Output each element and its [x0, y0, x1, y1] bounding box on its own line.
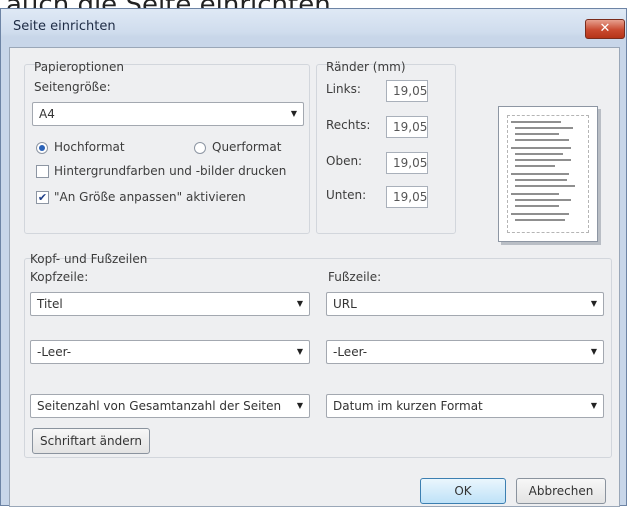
landscape-radio[interactable]	[194, 142, 206, 154]
preview-line	[515, 205, 559, 207]
change-font-button[interactable]: Schriftart ändern	[32, 428, 150, 454]
footer-select-3[interactable]: Datum im kurzen Format ▼	[326, 394, 604, 418]
preview-line	[511, 193, 559, 195]
page-setup-dialog: Seite einrichten ✕ Papieroptionen Seiten…	[0, 8, 627, 507]
print-backgrounds-checkbox[interactable]	[36, 165, 49, 178]
chevron-down-icon: ▼	[590, 401, 597, 410]
footer-select-2-value: -Leer-	[333, 345, 368, 359]
preview-line	[511, 213, 569, 215]
preview-line	[511, 121, 561, 123]
margin-left-label: Links:	[326, 82, 361, 96]
footer-label: Fußzeile:	[328, 270, 382, 284]
portrait-label: Hochformat	[54, 140, 125, 154]
page-size-select[interactable]: A4 ▼	[32, 102, 304, 126]
chevron-down-icon: ▼	[590, 347, 597, 356]
preview-line	[515, 165, 555, 167]
header-select-3-value: Seitenzahl von Gesamtanzahl der Seiten	[37, 399, 282, 413]
margin-right-label: Rechts:	[326, 118, 371, 132]
header-select-3[interactable]: Seitenzahl von Gesamtanzahl der Seiten ▼	[30, 394, 310, 418]
preview-line	[515, 127, 573, 129]
footer-select-1[interactable]: URL ▼	[326, 292, 604, 316]
preview-line	[515, 153, 563, 155]
header-footer-group-label: Kopf- und Fußzeilen	[30, 252, 148, 266]
chevron-down-icon: ▼	[290, 109, 297, 118]
dialog-client-area: Papieroptionen Seitengröße: A4 ▼ Hochfor…	[9, 47, 620, 507]
checkmark-icon: ✔	[37, 191, 48, 204]
header-label: Kopfzeile:	[30, 270, 89, 284]
preview-line	[515, 179, 567, 181]
cancel-button[interactable]: Abbrechen	[516, 478, 606, 504]
preview-line	[515, 199, 571, 201]
preview-line	[511, 173, 569, 175]
header-select-1[interactable]: Titel ▼	[30, 292, 310, 316]
margin-bottom-input[interactable]: 19,05	[386, 186, 428, 208]
margin-top-input[interactable]: 19,05	[386, 152, 428, 174]
fit-to-size-checkbox[interactable]: ✔	[36, 191, 49, 204]
preview-line	[515, 185, 575, 187]
footer-select-1-value: URL	[333, 297, 357, 311]
footer-select-2[interactable]: -Leer- ▼	[326, 340, 604, 364]
page-size-value: A4	[39, 107, 55, 121]
close-icon: ✕	[599, 21, 611, 36]
landscape-label: Querformat	[212, 140, 282, 154]
margin-bottom-label: Unten:	[326, 188, 367, 202]
ok-button[interactable]: OK	[420, 478, 506, 504]
print-backgrounds-label: Hintergrundfarben und -bilder drucken	[54, 164, 287, 178]
chevron-down-icon: ▼	[296, 401, 303, 410]
margin-top-label: Oben:	[326, 154, 363, 168]
preview-line	[515, 159, 571, 161]
preview-line	[515, 219, 565, 221]
header-select-2-value: -Leer-	[37, 345, 72, 359]
dialog-title: Seite einrichten	[13, 19, 116, 34]
chevron-down-icon: ▼	[590, 299, 597, 308]
header-select-2[interactable]: -Leer- ▼	[30, 340, 310, 364]
chevron-down-icon: ▼	[296, 347, 303, 356]
fit-to-size-label: "An Größe anpassen" aktivieren	[54, 190, 246, 204]
margin-left-input[interactable]: 19,05	[386, 80, 428, 102]
page-size-label: Seitengröße:	[34, 80, 111, 94]
paper-options-group-label: Papieroptionen	[34, 60, 124, 74]
preview-line	[515, 133, 559, 135]
header-select-1-value: Titel	[37, 297, 63, 311]
chevron-down-icon: ▼	[296, 299, 303, 308]
preview-line	[511, 147, 571, 149]
preview-line	[515, 139, 569, 141]
footer-select-3-value: Datum im kurzen Format	[333, 399, 483, 413]
margin-right-input[interactable]: 19,05	[386, 116, 428, 138]
margins-group-label: Ränder (mm)	[326, 60, 406, 74]
close-button[interactable]: ✕	[585, 19, 625, 39]
page-preview	[498, 106, 598, 242]
portrait-radio[interactable]	[36, 142, 48, 154]
